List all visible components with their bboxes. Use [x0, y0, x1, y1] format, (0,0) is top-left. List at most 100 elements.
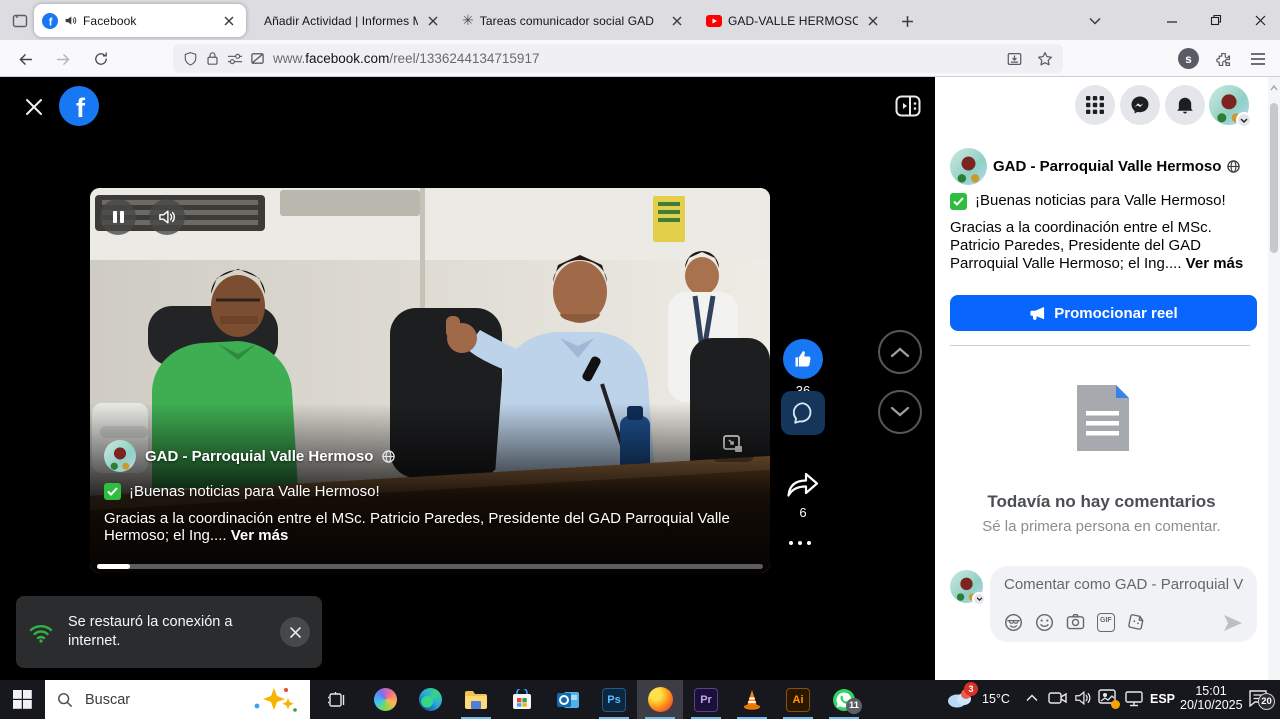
window-minimize-button[interactable] — [1158, 8, 1186, 32]
pause-button[interactable] — [100, 199, 136, 235]
panel-page-row[interactable]: GAD - Parroquial Valle Hermoso — [993, 158, 1240, 175]
close-reel-icon[interactable] — [22, 95, 46, 119]
weather-temp[interactable]: 15°C — [982, 692, 1010, 706]
toast-close-icon[interactable] — [280, 617, 310, 647]
panel-description: Gracias a la coordinación entre el MSc. … — [950, 219, 1252, 273]
volume-tray-icon[interactable] — [1074, 690, 1092, 706]
composer-avatar[interactable] — [950, 570, 983, 603]
task-view-button[interactable] — [314, 680, 360, 719]
meet-now-icon[interactable] — [1048, 690, 1068, 706]
profile-menu-button[interactable] — [1209, 85, 1249, 125]
emoji-icon[interactable] — [1035, 613, 1054, 632]
tab-close-icon[interactable] — [864, 12, 882, 30]
new-tab-button[interactable] — [896, 10, 918, 32]
vlc-icon[interactable] — [729, 680, 775, 719]
collapse-panel-icon[interactable] — [893, 93, 923, 119]
tray-status-icon[interactable] — [1098, 689, 1118, 707]
forward-button[interactable] — [50, 46, 76, 72]
window-restore-button[interactable] — [1202, 8, 1230, 32]
tab-list-chevron-icon[interactable] — [1084, 10, 1106, 32]
premiere-icon[interactable]: Pr — [683, 680, 729, 719]
edge-icon[interactable] — [407, 680, 453, 719]
facebook-logo[interactable]: f — [59, 86, 99, 126]
url-bar[interactable]: www.facebook.com/reel/1336244134715917 — [173, 44, 1063, 73]
tab-close-icon[interactable] — [424, 12, 442, 30]
overlay-page-row[interactable]: GAD - Parroquial Valle Hermoso — [104, 440, 395, 472]
scrollbar-up-icon[interactable] — [1270, 85, 1278, 91]
menu-hamburger-icon[interactable] — [1246, 47, 1270, 71]
reel-video[interactable]: GAD - Parroquial Valle Hermoso ¡Buenas n… — [90, 188, 770, 573]
youtube-favicon — [706, 15, 722, 27]
tab-facebook[interactable]: f Facebook — [34, 4, 246, 37]
taskbar-search[interactable]: Buscar — [45, 680, 310, 719]
panel-scrollbar[interactable] — [1268, 77, 1280, 680]
tab-informes[interactable]: Añadir Actividad | Informes Mensua — [250, 4, 450, 37]
clock[interactable]: 15:01 20/10/2025 — [1180, 684, 1242, 712]
illustrator-icon[interactable]: Ai — [775, 680, 821, 719]
see-more-link[interactable]: Ver más — [1186, 255, 1244, 272]
avatar-sticker-icon[interactable] — [1004, 613, 1023, 632]
messenger-button[interactable] — [1120, 85, 1160, 125]
send-comment-icon[interactable] — [1223, 614, 1243, 632]
microsoft-store-icon[interactable] — [499, 680, 545, 719]
firefox-icon[interactable] — [637, 680, 683, 719]
see-more-link[interactable]: Ver más — [231, 527, 289, 544]
promote-reel-button[interactable]: Promocionar reel — [950, 295, 1257, 331]
tab-chatgpt[interactable]: ✳ Tareas comunicador social GAD — [454, 4, 694, 37]
window-close-button[interactable] — [1246, 8, 1274, 32]
toast-message: Se restauró la conexión a internet. — [68, 613, 280, 651]
check-emoji-icon — [104, 483, 121, 500]
globe-icon — [1227, 160, 1240, 173]
tab-audio-icon[interactable] — [64, 14, 77, 27]
back-button[interactable] — [12, 46, 38, 72]
save-page-icon[interactable] — [1006, 51, 1023, 67]
whatsapp-icon[interactable]: 11 — [821, 680, 867, 719]
scrollbar-thumb[interactable] — [1270, 103, 1278, 253]
sticker-icon[interactable] — [1127, 613, 1145, 632]
firefox-view-icon[interactable] — [8, 9, 32, 33]
tab-close-icon[interactable] — [220, 12, 238, 30]
outlook-icon[interactable] — [545, 680, 591, 719]
comments-button[interactable] — [781, 391, 825, 435]
network-icon[interactable] — [1124, 690, 1144, 707]
tray-chevron-up-icon[interactable] — [1026, 694, 1038, 702]
copilot-icon[interactable] — [362, 680, 408, 719]
bookmark-star-icon[interactable] — [1037, 51, 1053, 67]
url-text: www.facebook.com/reel/1336244134715917 — [273, 51, 539, 66]
apps-menu-button[interactable] — [1075, 85, 1115, 125]
extensions-puzzle-icon[interactable] — [1211, 47, 1235, 71]
notifications-button[interactable] — [1165, 85, 1205, 125]
camera-icon[interactable] — [1066, 613, 1085, 632]
permissions-icon[interactable] — [227, 52, 243, 66]
video-progress-bar[interactable] — [97, 564, 763, 569]
gif-icon[interactable]: GIF — [1097, 613, 1115, 632]
tracking-shield-icon[interactable] — [183, 51, 198, 67]
lock-icon[interactable] — [206, 51, 219, 66]
share-button[interactable] — [786, 471, 820, 499]
previous-reel-button[interactable] — [878, 330, 922, 374]
more-options-button[interactable] — [789, 537, 817, 549]
panel-page-name: GAD - Parroquial Valle Hermoso — [993, 158, 1221, 175]
overlay-page-name[interactable]: GAD - Parroquial Valle Hermoso — [145, 448, 373, 465]
tab-close-icon[interactable] — [668, 12, 686, 30]
start-button[interactable] — [0, 680, 44, 719]
language-indicator[interactable]: ESP — [1150, 692, 1175, 706]
weather-icon[interactable]: 3 — [946, 685, 976, 715]
reload-button[interactable] — [88, 46, 114, 72]
next-reel-button[interactable] — [878, 390, 922, 434]
extension-s-icon[interactable]: s — [1178, 48, 1199, 69]
like-button[interactable] — [783, 339, 823, 379]
volume-button[interactable] — [149, 199, 185, 235]
tab-youtube[interactable]: GAD-VALLE HERMOSO - YouTu — [698, 4, 890, 37]
comments-panel: GAD - Parroquial Valle Hermoso ¡Buenas n… — [935, 77, 1280, 680]
panel-page-avatar[interactable] — [950, 148, 987, 185]
action-center-icon[interactable]: 20 — [1248, 689, 1268, 707]
chevron-down-icon — [972, 592, 986, 606]
blocked-media-icon[interactable] — [250, 51, 265, 66]
page-avatar[interactable] — [104, 440, 136, 472]
comment-placeholder: Comentar como GAD - Parroquial Vall... — [1004, 576, 1243, 593]
file-explorer-icon[interactable] — [453, 680, 499, 719]
photoshop-icon[interactable]: Ps — [591, 680, 637, 719]
search-highlights-sparkle-icon[interactable] — [250, 686, 298, 714]
comment-input[interactable]: Comentar como GAD - Parroquial Vall... G… — [990, 566, 1257, 642]
